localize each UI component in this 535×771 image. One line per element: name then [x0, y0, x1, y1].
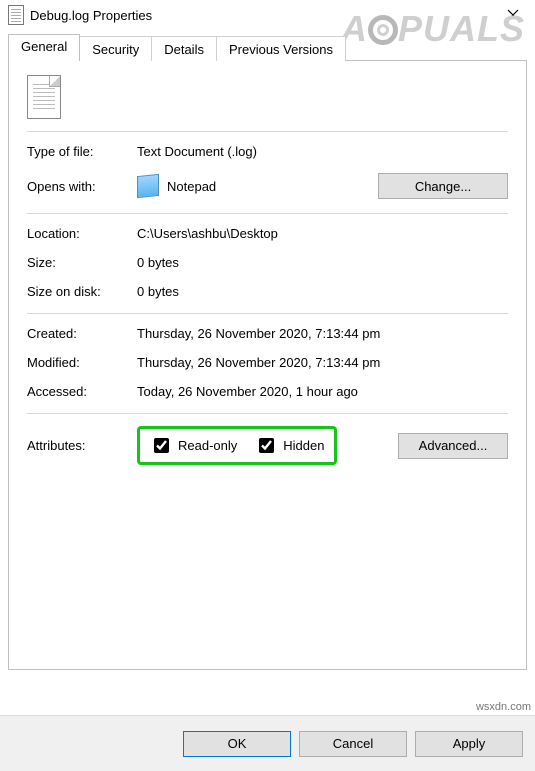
label-size: Size:	[27, 255, 137, 270]
notepad-icon	[137, 174, 159, 198]
label-attributes: Attributes:	[27, 438, 137, 453]
value-accessed: Today, 26 November 2020, 1 hour ago	[137, 384, 358, 399]
window-title: Debug.log Properties	[30, 8, 499, 23]
label-type-of-file: Type of file:	[27, 144, 137, 159]
close-button[interactable]	[499, 1, 527, 29]
value-location: C:\Users\ashbu\Desktop	[137, 226, 278, 241]
advanced-button[interactable]: Advanced...	[398, 433, 508, 459]
value-type-of-file: Text Document (.log)	[137, 144, 257, 159]
value-size: 0 bytes	[137, 255, 179, 270]
tab-general[interactable]: General	[8, 34, 80, 61]
cancel-button[interactable]: Cancel	[299, 731, 407, 757]
hidden-checkbox-label[interactable]: Hidden	[255, 435, 324, 456]
attributes-highlight: Read-only Hidden	[137, 426, 337, 465]
value-size-on-disk: 0 bytes	[137, 284, 179, 299]
ok-button[interactable]: OK	[183, 731, 291, 757]
tab-security[interactable]: Security	[79, 36, 152, 61]
readonly-text: Read-only	[178, 438, 237, 453]
document-icon	[8, 5, 24, 25]
separator	[27, 131, 508, 132]
value-modified: Thursday, 26 November 2020, 7:13:44 pm	[137, 355, 380, 370]
tab-page-general: Type of file: Text Document (.log) Opens…	[8, 60, 527, 670]
label-modified: Modified:	[27, 355, 137, 370]
value-opens-with: Notepad	[167, 179, 216, 194]
label-accessed: Accessed:	[27, 384, 137, 399]
tab-strip: General Security Details Previous Versio…	[8, 34, 527, 61]
hidden-text: Hidden	[283, 438, 324, 453]
change-button[interactable]: Change...	[378, 173, 508, 199]
file-type-icon	[27, 75, 61, 119]
value-created: Thursday, 26 November 2020, 7:13:44 pm	[137, 326, 380, 341]
readonly-checkbox[interactable]	[154, 438, 169, 453]
separator	[27, 313, 508, 314]
label-size-on-disk: Size on disk:	[27, 284, 137, 299]
label-location: Location:	[27, 226, 137, 241]
label-created: Created:	[27, 326, 137, 341]
readonly-checkbox-label[interactable]: Read-only	[150, 435, 237, 456]
tab-details[interactable]: Details	[151, 36, 217, 61]
hidden-checkbox[interactable]	[259, 438, 274, 453]
button-bar: OK Cancel Apply	[0, 715, 535, 771]
titlebar: Debug.log Properties	[0, 0, 535, 30]
close-icon	[507, 9, 519, 21]
label-opens-with: Opens with:	[27, 179, 137, 194]
separator	[27, 413, 508, 414]
apply-button[interactable]: Apply	[415, 731, 523, 757]
tab-previous-versions[interactable]: Previous Versions	[216, 36, 346, 61]
source-watermark: wsxdn.com	[476, 701, 531, 713]
separator	[27, 213, 508, 214]
